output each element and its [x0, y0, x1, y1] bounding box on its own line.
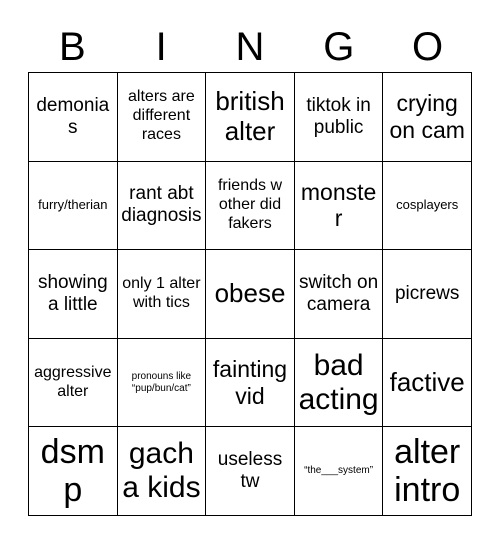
bingo-cell-label: crying on cam	[389, 90, 465, 143]
bingo-cell-r1c2[interactable]: alters are different races	[117, 73, 207, 162]
bingo-cell-r4c4[interactable]: bad acting	[294, 338, 384, 428]
bingo-grid: demonias alters are different races brit…	[28, 72, 472, 516]
bingo-cell-r3c1[interactable]: showing a little	[29, 250, 118, 339]
bingo-cell-label: only 1 alter with tics	[122, 275, 201, 311]
bingo-cell-label: monster	[300, 178, 377, 232]
bingo-cell-label: useless tw	[217, 449, 283, 493]
bingo-cell-label: pronouns like “pup/bun/cat”	[131, 371, 192, 394]
bingo-card: B I N G O demonias alters are different …	[0, 0, 500, 544]
bingo-cell-label: obese	[214, 278, 286, 309]
bingo-cell-r3c4[interactable]: switch on camera	[294, 250, 384, 339]
bingo-cell-r5c1[interactable]: dsmp	[29, 427, 118, 516]
bingo-cell-r3c2[interactable]: only 1 alter with tics	[117, 250, 207, 339]
bingo-cell-label: friends w other did fakers	[217, 177, 282, 232]
bingo-cell-r4c2[interactable]: pronouns like “pup/bun/cat”	[117, 338, 207, 428]
bingo-header-row: B I N G O	[28, 22, 472, 72]
bingo-cell-label: factive	[389, 366, 465, 397]
bingo-cell-r3c3[interactable]: obese	[206, 250, 295, 339]
bingo-cell-r5c2[interactable]: gacha kids	[117, 427, 207, 516]
bingo-header-letter-i: I	[155, 25, 167, 69]
bingo-cell-label: rant abt diagnosis	[121, 183, 202, 227]
bingo-cell-label: fainting vid	[212, 356, 288, 409]
bingo-cell-label: dsmp	[40, 433, 105, 510]
bingo-header-letter-b: B	[59, 25, 86, 69]
bingo-cell-r5c3[interactable]: useless tw	[206, 427, 295, 516]
bingo-cell-r1c5[interactable]: crying on cam	[383, 73, 472, 162]
bingo-cell-r5c5[interactable]: alter intro	[383, 427, 472, 516]
bingo-cell-r3c5[interactable]: picrews	[383, 250, 472, 339]
bingo-header-letter-g: G	[323, 25, 355, 69]
bingo-cell-r2c4[interactable]: monster	[294, 161, 384, 251]
bingo-cell-r4c1[interactable]: aggressive alter	[29, 338, 118, 428]
bingo-header-letter-n: N	[235, 25, 265, 69]
bingo-header-letter-o: O	[412, 25, 444, 69]
bingo-cell-r4c5[interactable]: factive	[383, 338, 472, 428]
bingo-cell-label: aggressive alter	[34, 363, 112, 400]
bingo-cell-label: bad acting	[298, 348, 379, 416]
bingo-cell-r1c4[interactable]: tiktok in public	[294, 73, 384, 162]
bingo-cell-r2c2[interactable]: rant abt diagnosis	[117, 161, 207, 251]
bingo-cell-label: furry/therian	[38, 196, 108, 212]
bingo-cell-r1c1[interactable]: demonias	[29, 73, 118, 162]
bingo-cell-r1c3[interactable]: british alter	[206, 73, 295, 162]
bingo-cell-label: showing a little	[37, 271, 108, 315]
bingo-cell-r4c3[interactable]: fainting vid	[206, 338, 295, 428]
bingo-cell-label: alter intro	[394, 433, 461, 510]
bingo-cell-r2c3[interactable]: friends w other did fakers	[206, 161, 295, 251]
bingo-cell-label: cosplayers	[396, 196, 459, 212]
bingo-cell-label: british alter	[215, 86, 285, 146]
bingo-cell-label: picrews	[394, 282, 460, 304]
bingo-cell-label: switch on camera	[298, 271, 379, 315]
bingo-cell-label: gacha kids	[122, 437, 201, 505]
bingo-cell-label: “the___system”	[304, 465, 374, 477]
bingo-cell-r5c4[interactable]: “the___system”	[294, 427, 384, 516]
bingo-cell-r2c1[interactable]: furry/therian	[29, 161, 118, 251]
bingo-cell-label: demonias	[36, 94, 110, 138]
bingo-cell-label: alters are different races	[128, 88, 195, 144]
bingo-cell-label: tiktok in public	[306, 94, 371, 138]
bingo-cell-r2c5[interactable]: cosplayers	[383, 161, 472, 251]
